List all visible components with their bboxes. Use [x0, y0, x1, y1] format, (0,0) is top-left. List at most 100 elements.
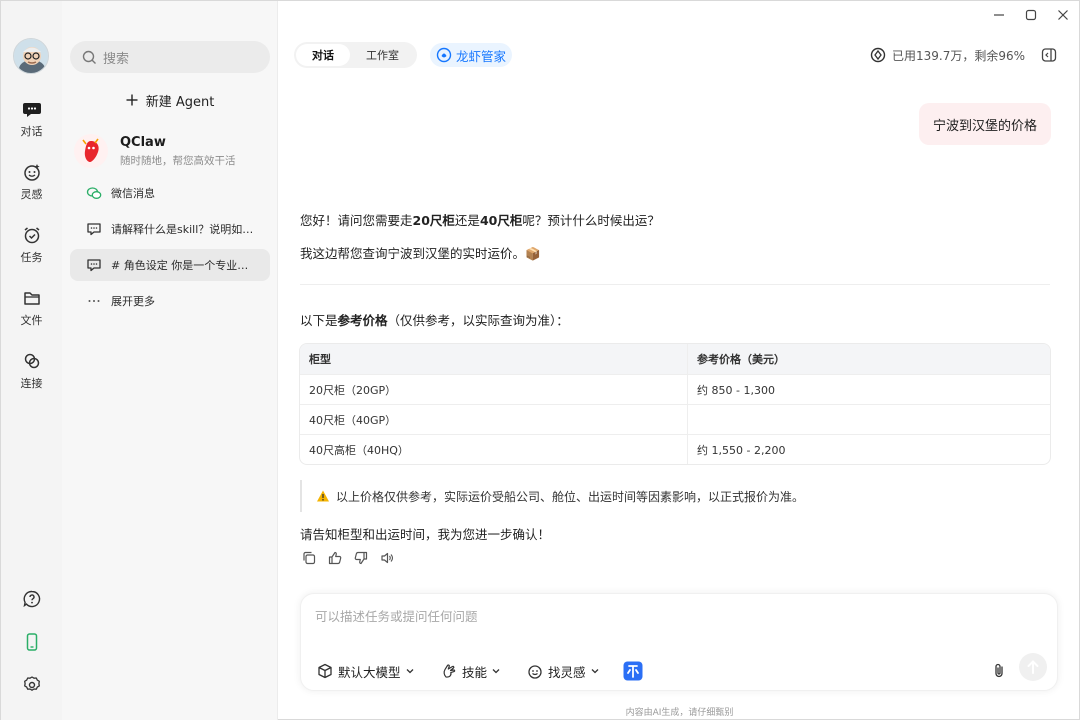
chevron-down-icon — [492, 669, 500, 674]
send-icon — [1019, 653, 1047, 681]
composer: 默认大模型 技能 找灵感 — [300, 593, 1058, 691]
user-message: 宁波到汉堡的价格 — [918, 103, 1051, 145]
table-row: 20尺柜（20GP） 约 850 - 1,300 — [300, 374, 1050, 404]
tab-studio[interactable]: 工作室 — [350, 44, 415, 66]
rail-item-inspiration[interactable]: 灵感 — [1, 162, 62, 202]
inspiration-icon — [528, 665, 542, 679]
rail-label-connect: 连接 — [20, 377, 43, 390]
message-icon — [87, 223, 101, 236]
copy-icon[interactable] — [302, 549, 328, 567]
butler-icon — [436, 47, 452, 63]
skill-icon — [443, 664, 456, 678]
sidebar-item-skill[interactable]: 请解释什么是skill？说明如何… — [70, 213, 270, 245]
phone-icon — [26, 633, 37, 651]
table-cell: 40尺柜（40GP） — [300, 405, 688, 434]
ai-disclaimer: 内容由AI生成，请仔细甄别 — [625, 708, 734, 718]
avatar[interactable] — [13, 38, 49, 74]
app-tool-icon — [623, 661, 643, 681]
table-header: 参考价格（美元） — [697, 353, 785, 366]
attach-button[interactable] — [991, 660, 1007, 682]
reference-heading: 以下是参考价格（仅供参考，以实际查询为准）： — [300, 313, 569, 328]
new-agent-label: 新建 Agent — [145, 94, 215, 110]
sidebar-item-label: 展开更多 — [111, 295, 155, 308]
table-cell: 约 850 - 1,300 — [697, 383, 775, 397]
token-icon — [870, 47, 886, 63]
agent-card[interactable]: QClaw 随时随地，帮您高效干活 — [74, 129, 270, 173]
skills-label: 技能 — [462, 664, 488, 680]
settings-icon — [23, 676, 40, 691]
agent-subtitle: 随时随地，帮您高效干活 — [120, 154, 236, 167]
reply-line-1: 您好！请问您需要走20尺柜还是40尺柜呢？预计什么时候出运？ — [300, 213, 660, 228]
chevron-down-icon — [406, 669, 413, 674]
panel-toggle-icon[interactable] — [1039, 45, 1059, 65]
closing-line: 请告知柜型和出运时间，我为您进一步确认！ — [300, 527, 551, 542]
phone-button[interactable] — [1, 632, 62, 652]
model-selector[interactable]: 默认大模型 — [317, 660, 415, 682]
agent-name: QClaw — [120, 134, 166, 150]
table-header: 柜型 — [300, 344, 688, 374]
usage-text: 已用139.7万，剩余96% — [891, 48, 1025, 63]
app-window: 对话 灵感 任务 文件 连接 搜索 新建 Agent QClaw 随时随地，帮您… — [0, 0, 1080, 720]
sidebar: 搜索 新建 Agent QClaw 随时随地，帮您高效干活 微信消息 请解释什么… — [62, 1, 278, 720]
paperclip-icon — [995, 663, 1003, 678]
rail-item-tasks[interactable]: 任务 — [1, 225, 62, 265]
sidebar-item-label: # 角色设定 你是一个专业的… — [111, 259, 259, 272]
sidebar-item-label: 请解释什么是skill？说明如何… — [111, 223, 259, 236]
table-cell: 40尺高柜（40HQ） — [300, 435, 688, 464]
mode-tabs: 对话 工作室 — [294, 42, 417, 68]
tab-lobster-butler[interactable]: 龙虾管家 — [430, 43, 513, 67]
sidebar-item-label: 微信消息 — [111, 187, 155, 200]
thumbs-down-icon[interactable] — [354, 549, 380, 567]
folder-icon — [23, 292, 40, 305]
search-box[interactable]: 搜索 — [70, 41, 270, 73]
sidebar-item-more[interactable]: 展开更多 — [70, 285, 270, 317]
help-button[interactable] — [1, 589, 62, 609]
table-row: 40尺柜（40GP） — [300, 404, 1050, 434]
table-header-row: 柜型 参考价格（美元） — [300, 344, 1050, 374]
message-actions — [302, 549, 406, 567]
message-input[interactable] — [315, 606, 1035, 626]
alarm-icon — [24, 227, 39, 244]
search-input[interactable]: 搜索 — [103, 48, 129, 67]
main-panel: 对话 工作室 龙虾管家 已用139.7万，剩余96% 宁波到汉堡的价格 您好！请… — [278, 1, 1080, 720]
speaker-icon[interactable] — [380, 549, 406, 567]
help-icon — [22, 590, 40, 608]
rail-label-inspiration: 灵感 — [20, 188, 43, 201]
table-row: 40尺高柜（40HQ） 约 1,550 - 2,200 — [300, 434, 1050, 464]
brand-tab-label: 龙虾管家 — [456, 48, 507, 64]
inspiration-selector[interactable]: 找灵感 — [527, 660, 600, 682]
thumbs-up-icon[interactable] — [328, 549, 354, 567]
rail-item-connect[interactable]: 连接 — [1, 351, 62, 391]
plus-icon — [126, 94, 138, 106]
divider — [300, 284, 1050, 285]
rail-label-files: 文件 — [20, 314, 43, 327]
rail-item-chat[interactable]: 对话 — [1, 99, 62, 139]
qclaw-logo-icon — [74, 134, 108, 168]
send-button[interactable] — [1019, 653, 1047, 681]
wechat-icon — [86, 187, 102, 199]
skills-selector[interactable]: 技能 — [441, 660, 501, 682]
usage-indicator[interactable]: 已用139.7万，剩余96% — [870, 45, 1025, 65]
warning-icon — [317, 490, 329, 502]
table-cell — [688, 405, 1050, 434]
new-agent-button[interactable]: 新建 Agent — [70, 85, 270, 115]
chevron-down-icon — [591, 669, 598, 674]
inspiration-icon — [23, 164, 40, 181]
reply-line-2: 我这边帮您查询宁波到汉堡的实时运价。📦 — [300, 246, 541, 261]
translate-tool-button[interactable] — [623, 660, 643, 682]
rail-label-tasks: 任务 — [20, 251, 43, 264]
tab-chat[interactable]: 对话 — [296, 44, 350, 66]
inspiration-label: 找灵感 — [548, 664, 586, 680]
link-icon — [24, 353, 39, 369]
model-label: 默认大模型 — [338, 664, 401, 680]
chat-icon — [22, 103, 41, 117]
disclaimer-text: 以上价格仅供参考，实际运价受船公司、舱位、出运时间等因素影响，以正式报价为准。 — [336, 489, 805, 504]
table-cell: 20尺柜（20GP） — [300, 375, 688, 404]
rail-item-files[interactable]: 文件 — [1, 288, 62, 328]
sidebar-item-role[interactable]: # 角色设定 你是一个专业的… — [70, 249, 270, 281]
price-table: 柜型 参考价格（美元） 20尺柜（20GP） 约 850 - 1,300 40尺… — [299, 343, 1051, 465]
settings-button[interactable] — [1, 675, 62, 695]
sidebar-item-wechat[interactable]: 微信消息 — [70, 177, 270, 209]
search-icon — [82, 50, 96, 64]
disclaimer-note: 以上价格仅供参考，实际运价受船公司、舱位、出运时间等因素影响，以正式报价为准。 — [300, 480, 804, 512]
